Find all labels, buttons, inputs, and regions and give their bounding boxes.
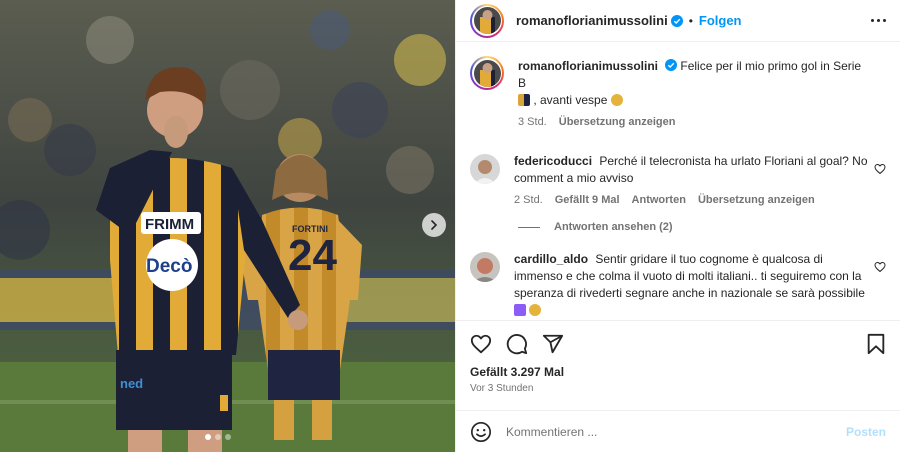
verified-icon: [670, 14, 683, 27]
follow-button[interactable]: Folgen: [699, 13, 742, 28]
share-button[interactable]: [542, 333, 564, 355]
svg-text:FORTINI: FORTINI: [292, 224, 328, 234]
comment-username[interactable]: cardillo_aldo: [514, 252, 588, 266]
caption-username[interactable]: romanoflorianimussolini: [518, 59, 658, 73]
like-comment-heart-icon[interactable]: [874, 163, 886, 175]
wasp-emoji-icon: [610, 94, 623, 106]
save-button[interactable]: [866, 333, 886, 355]
commenter-avatar[interactable]: [470, 154, 500, 184]
caption-text-2: , avanti vespe: [533, 93, 608, 107]
comment-likes[interactable]: Gefällt 9 Mal: [555, 192, 620, 209]
heart-icon: [470, 334, 492, 354]
post-dialog: 24 FORTINI FRIMM Decò ned romanofloriani…: [0, 0, 900, 452]
comments-section[interactable]: romanoflorianimussolini Felice per il mi…: [456, 42, 900, 320]
like-button[interactable]: [470, 333, 492, 355]
post-time: Vor 3 Stunden: [470, 383, 534, 394]
comment-icon: [506, 334, 528, 355]
avatar-image: [470, 154, 500, 184]
separator-dot: •: [688, 13, 693, 28]
likes-count[interactable]: Gefällt 3.297 Mal: [470, 365, 886, 379]
comment-item: cardillo_aldo Sentir gridare il tuo cogn…: [470, 251, 886, 319]
post-photo: 24 FORTINI FRIMM Decò ned: [0, 0, 455, 452]
verified-icon: [665, 59, 678, 71]
cross-emoji-icon: [514, 304, 526, 316]
comment-input[interactable]: [506, 424, 846, 439]
next-slide-button[interactable]: [422, 213, 446, 237]
avatar-image: [473, 7, 501, 34]
svg-text:FRIMM: FRIMM: [145, 216, 194, 233]
commenter-avatar[interactable]: [470, 252, 500, 282]
comment-time: 2 Std.: [514, 194, 543, 206]
author-username[interactable]: romanoflorianimussolini: [516, 13, 668, 28]
carousel-dots: [205, 434, 231, 440]
comment-username[interactable]: federicoducci: [514, 154, 592, 168]
emoji-icon: [471, 421, 491, 442]
view-replies-button[interactable]: Antworten ansehen (2): [518, 221, 886, 233]
post-comment-button[interactable]: Posten: [846, 425, 886, 439]
comment-item: federicoducci Perché il telecronista ha …: [470, 153, 886, 209]
svg-text:ned: ned: [120, 376, 143, 391]
caption: romanoflorianimussolini Felice per il mi…: [470, 56, 886, 131]
reply-button[interactable]: Antworten: [632, 192, 686, 209]
caption-translate-link[interactable]: Übersetzung anzeigen: [559, 114, 676, 131]
avatar-image: [470, 252, 500, 282]
avatar-image: [473, 59, 501, 87]
bookmark-icon: [867, 333, 885, 355]
more-icon: [871, 19, 874, 22]
jersey-emoji-icon: [518, 94, 530, 106]
like-comment-heart-icon[interactable]: [874, 261, 886, 273]
carousel-dot: [215, 434, 221, 440]
post-actions: Gefällt 3.297 Mal Vor 3 Stunden: [456, 320, 900, 410]
add-comment-bar: Posten: [456, 410, 900, 452]
comment-translate-link[interactable]: Übersetzung anzeigen: [698, 192, 815, 209]
carousel-dot: [225, 434, 231, 440]
svg-text:Decò: Decò: [146, 256, 192, 277]
view-replies-label: Antworten ansehen (2): [554, 221, 673, 233]
chevron-right-icon: [431, 220, 438, 230]
post-media[interactable]: 24 FORTINI FRIMM Decò ned: [0, 0, 455, 452]
post-details-panel: romanoflorianimussolini • Folgen romanof…: [455, 0, 900, 452]
author-avatar[interactable]: [470, 3, 504, 38]
comment-button[interactable]: [506, 333, 528, 355]
post-header: romanoflorianimussolini • Folgen: [456, 0, 900, 42]
wasp-emoji-icon: [529, 304, 542, 316]
more-options-button[interactable]: [871, 19, 886, 22]
caption-avatar[interactable]: [470, 56, 504, 90]
svg-text:24: 24: [288, 231, 337, 280]
emoji-button[interactable]: [470, 421, 492, 443]
share-icon: [542, 334, 564, 354]
carousel-dot: [205, 434, 211, 440]
caption-time: 3 Std.: [518, 116, 547, 128]
